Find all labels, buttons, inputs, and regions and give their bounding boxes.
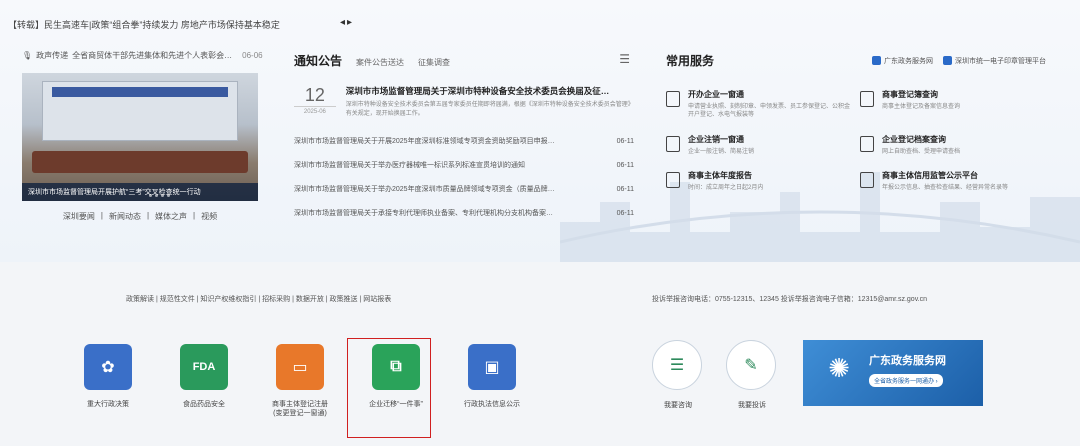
document-icon [860, 91, 874, 107]
tile-major-decisions[interactable]: ✿ 重大行政决策 [60, 340, 156, 418]
services-title: 常用服务 [666, 54, 715, 68]
link-news-dynamics[interactable]: 新闻动态 [109, 211, 141, 222]
tile-food-drug-safety[interactable]: FDA 食品药品安全 [156, 340, 252, 418]
complaint-button[interactable]: ✎ 我要投诉 [726, 340, 778, 410]
service-registry-query[interactable]: 商事登记簿查询 商事主体登记及备案信息查询 [860, 89, 1046, 120]
service-archive-query[interactable]: 企业登记档案查询 网上自助查档、受理申请查档 [860, 134, 1046, 156]
user-icon [943, 56, 952, 66]
list-item[interactable]: 深圳市市场监督管理局关于开展2025年度深圳标准领域专项资金资助奖励项目申报… 0… [294, 129, 634, 153]
news-photo[interactable]: 深圳市市场监督管理局开展护航“三考”交叉检查统一行动 [22, 73, 258, 201]
services-header: 常用服务 广东政务服务网 深圳市统一电子印章管理平台 [666, 52, 1046, 69]
id-card-icon [666, 135, 680, 152]
tile-enforcement-info[interactable]: ▣ 行政执法信息公示 [444, 340, 540, 418]
notice-list: 深圳市市场监督管理局关于开展2025年度深圳标准领域专项资金资助奖励项目申报… 0… [294, 129, 634, 225]
services-grid: 开办企业一窗通 申请营业执照、刻制印章、申领发票、员工参保登记、公积金开户登记、水… [666, 89, 1046, 193]
gd-gov-link[interactable]: 广东政务服务网 [872, 56, 933, 66]
gd-gov-banner[interactable]: ✺ 广东政务服务网 全省政务服务一网通办 › [803, 340, 983, 406]
service-open-business[interactable]: 开办企业一窗通 申请营业执照、刻制印章、申领发票、员工参保登记、公积金开户登记、水… [666, 89, 852, 120]
gov-banner-title: 广东政务服务网 [869, 355, 946, 367]
service-credit-platform[interactable]: 商事主体信用监管公示平台 年报公示信息、抽查检查结果、经营异常名录等 [860, 170, 1046, 192]
news-sub-links: 深圳要闻 | 新闻动态 | 媒体之声 | 视频 [62, 211, 218, 222]
list-item[interactable]: 深圳市市场监督管理局关于举办2025年度深圳市质量品牌领域专项资金（质量品牌… 0… [294, 177, 634, 201]
photo-caption: 深圳市市场监督管理局开展护航“三考”交叉检查统一行动 [22, 183, 258, 201]
photo-table [32, 151, 248, 173]
top-panel: 【转载】民生高速车|政策“组合拳”持续发力 房地产市场保持基本稳定 ◂▸ 🎙 政… [0, 0, 1080, 262]
credit-icon [860, 172, 874, 189]
footer-contact: 投诉举报咨询电话：0755-12315、12345 投诉举报咨询电子信箱：123… [652, 296, 928, 303]
featured-notice[interactable]: 12 2025-06 深圳市市场监督管理局关于深圳市特种设备安全技术委员会换届及… [294, 85, 634, 119]
featured-yearmonth: 2025-06 [294, 106, 336, 115]
fda-icon: FDA [180, 344, 228, 390]
building-icon [666, 91, 680, 107]
headline-row[interactable]: 🎙 政声传递 全省商贸体干部先进集体和先进个人表彰会… 06-06 [22, 50, 263, 61]
featured-desc: 深圳市特种设备安全技术委员会第五届专家委员任期即将届满，根据《深圳市特种设备安全… [345, 102, 634, 117]
news-date: 06-06 [242, 51, 263, 60]
featured-title[interactable]: 深圳市市场监督管理局关于深圳市特种设备安全技术委员会换届及征… [346, 85, 634, 97]
notice-column: 通知公告 案件公告送达 征集调查 ☰ 12 2025-06 深圳市市场监督管理局… [294, 52, 634, 225]
list-item[interactable]: 深圳市市场监督管理局关于举办医疗器械唯一标识系列标准宣贯培训的通知 06-11 [294, 153, 634, 177]
notice-tabs: 通知公告 案件公告送达 征集调查 [294, 52, 634, 69]
link-sz-news[interactable]: 深圳要闻 [63, 211, 95, 222]
seal-platform-link[interactable]: 深圳市统一电子印章管理平台 [943, 56, 1046, 66]
gov-logo-icon: ✺ [828, 353, 850, 383]
link-media[interactable]: 媒体之声 [155, 211, 187, 222]
people-icon: ✿ [84, 344, 132, 390]
service-annual-report[interactable]: 商事主体年度报告 时间：成立周年之日起2月内 [666, 170, 852, 192]
tab-case-delivery[interactable]: 案件公告送达 [356, 57, 404, 68]
news-title[interactable]: 全省商贸体干部先进集体和先进个人表彰会… [72, 50, 232, 61]
menu-icon[interactable]: ☰ [619, 52, 630, 66]
report-icon [666, 172, 680, 189]
microphone-icon: 🎙 [22, 51, 33, 60]
service-circles: ☰ 我要咨询 ✎ 我要投诉 [652, 340, 778, 410]
news-source: 政声传递 [36, 51, 69, 60]
footer-links[interactable]: 政策解读 | 规范性文件 | 知识产权维权指引 | 招标采购 | 数据开放 | … [126, 294, 391, 304]
tab-survey[interactable]: 征集调查 [418, 57, 450, 68]
services-column: 常用服务 广东政务服务网 深圳市统一电子印章管理平台 开办企业一窗通 申请营业执照… [666, 52, 1046, 193]
tile-business-registration[interactable]: ▭ 商事主体登记注册 (变更登记一窗通) [252, 340, 348, 418]
date-box: 12 2025-06 [294, 85, 336, 119]
featured-day: 12 [304, 85, 325, 105]
chat-icon: ☰ [652, 340, 702, 390]
monitor-icon: ▭ [276, 344, 324, 390]
service-deregister[interactable]: 企业注销一窗通 企业一般注销、简易注销 [666, 134, 852, 156]
id-badge-icon: ▣ [468, 344, 516, 390]
news-ticker[interactable]: 【转载】民生高速车|政策“组合拳”持续发力 房地产市场保持基本稳定 [8, 18, 280, 31]
gov-logo-icon [872, 56, 881, 66]
pen-icon: ✎ [726, 340, 776, 390]
gov-banner-button[interactable]: 全省政务服务一网通办 › [869, 374, 943, 387]
carousel-dots[interactable] [149, 194, 170, 197]
link-video[interactable]: 视频 [201, 211, 217, 222]
ticker-arrows[interactable]: ◂▸ [340, 17, 354, 28]
photo-banner [52, 87, 228, 97]
tab-notices[interactable]: 通知公告 [294, 52, 342, 69]
left-column: 🎙 政声传递 全省商贸体干部先进集体和先进个人表彰会… 06-06 深圳市市场监… [22, 50, 263, 222]
feature-tiles: ✿ 重大行政决策 FDA 食品药品安全 ▭ 商事主体登记注册 (变更登记一窗通) ⧉ 企… [60, 340, 540, 418]
archive-icon [860, 135, 874, 152]
consult-button[interactable]: ☰ 我要咨询 [652, 340, 704, 410]
list-item[interactable]: 深圳市市场监督管理局关于承接专利代理师执业备案、专利代理机构分支机构备案… 06-… [294, 201, 634, 225]
highlight-box [347, 338, 431, 438]
